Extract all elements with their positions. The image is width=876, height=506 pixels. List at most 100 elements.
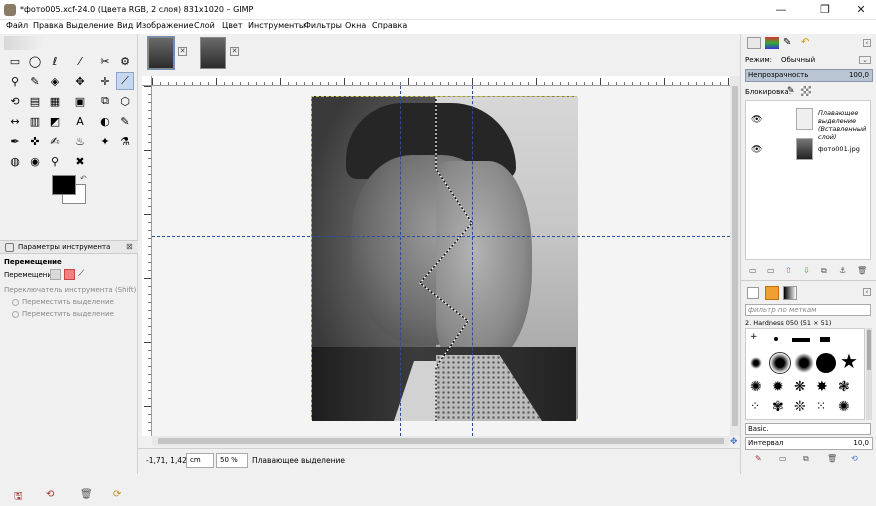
brush-item[interactable] [816,353,836,373]
menu-windows[interactable]: Окна [345,21,366,30]
shear-tool[interactable]: ▣ [71,92,89,110]
fuzzy-select-tool[interactable]: ⁄ [71,52,89,70]
lower-layer-button[interactable]: ⇩ [803,266,810,275]
layers-list[interactable]: 👁 Плавающее выделение (Вставленный слой)… [745,100,871,260]
brushes-scrollbar[interactable] [866,328,872,420]
free-select-tool[interactable]: ℓ [46,52,64,70]
foreground-color-swatch-top[interactable] [52,175,76,195]
mode-select[interactable]: Обычный [781,56,815,64]
opacity-slider[interactable]: Непрозрачность 100,0 [745,69,873,82]
undo-tab-icon[interactable]: ↶ [801,37,815,49]
radio-move-selection-1[interactable]: Переместить выделение [4,298,114,306]
minimize-button[interactable]: — [766,2,796,18]
scissors-tool[interactable]: ✂ [96,52,114,70]
move-layer-mode-icon[interactable] [50,269,61,280]
brush-item[interactable]: ✺ [838,399,850,415]
airbrush-tool[interactable]: ✍ [46,132,64,150]
horizontal-scrollbar[interactable] [152,436,730,446]
perspective-tool[interactable]: ⧉ [96,92,114,110]
vertical-scrollbar[interactable] [730,76,740,436]
visibility-eye-icon[interactable]: 👁 [751,145,762,155]
menu-help[interactable]: Справка [372,21,407,30]
heal-tool[interactable]: ⚗ [116,132,134,150]
new-layer-button[interactable]: ▭ [749,266,757,275]
brush-item[interactable]: ✹ [772,379,784,395]
move-path-mode-icon[interactable]: ⟋ [78,269,89,280]
brush-dock-configure-icon[interactable]: ‹ [863,288,871,296]
warp-transform-tool[interactable]: ◩ [46,112,64,130]
menu-file[interactable]: Файл [6,21,28,30]
radio-move-selection-2[interactable]: Переместить выделение [4,310,114,318]
gradient-tool[interactable]: ◐ [96,112,114,130]
brush-item[interactable]: ❃ [838,379,850,395]
menu-select[interactable]: Выделение [66,21,114,30]
opacity-value[interactable]: 100,0 [849,70,869,81]
brush-item[interactable]: ⁙ [816,399,826,413]
brush-item[interactable]: ❋ [794,379,806,395]
photo-layer[interactable] [311,96,578,421]
move-selection-mode-icon[interactable] [64,269,75,280]
menu-filters[interactable]: Фильтры [304,21,342,30]
ruler-corner[interactable] [142,76,152,86]
edit-brush-button[interactable]: ✎ [755,454,762,463]
brush-item[interactable]: ❊ [794,399,806,415]
gradients-tab-icon[interactable] [783,286,797,300]
brush-item[interactable]: ✺ [750,379,762,395]
rotate-tool[interactable]: ▤ [26,92,44,110]
zoom-tool[interactable]: ◈ [46,72,64,90]
delete-brush-button[interactable]: 🗑 [827,454,837,463]
unit-select[interactable]: cm [186,453,214,468]
align-tool[interactable]: ✛ [96,72,114,90]
brushes-grid[interactable]: + ★ ✺ ✹ ❋ ✸ ❃ ⁘ ✾ ❊ ⁙ ✺ [745,328,865,420]
duplicate-layer-button[interactable]: ⧉ [821,266,827,276]
ellipse-select-tool[interactable]: ◯ [26,52,44,70]
brush-tag-filter[interactable]: фильтр по меткам [745,304,871,316]
menu-view[interactable]: Вид [117,21,133,30]
new-layer-group-button[interactable]: ▭ [767,266,775,275]
tool-options-close-icon[interactable]: ⊠ [126,242,133,251]
patterns-tab-icon[interactable] [765,286,779,300]
flip-tool[interactable]: ↔ [6,112,24,130]
lock-pixels-icon[interactable]: ✎ [787,86,801,98]
bucket-fill-tool[interactable]: ✖ [71,152,89,170]
menu-layer[interactable]: Слой [194,21,215,30]
dock-configure-icon[interactable]: ‹ [863,39,871,47]
color-picker-tool[interactable]: ✎ [26,72,44,90]
horizontal-ruler[interactable] [152,76,730,86]
brush-item[interactable] [792,338,810,342]
scale-tool[interactable]: ▦ [46,92,64,110]
unified-transform-tool[interactable]: ⬡ [116,92,134,110]
smudge-tool[interactable]: ◍ [6,152,24,170]
anchor-layer-button[interactable]: ⚓ [839,266,846,275]
save-options-icon[interactable]: 🖫 [14,489,23,506]
cage-transform-tool[interactable]: ▥ [26,112,44,130]
brush-item[interactable]: ⁘ [750,399,760,413]
pencil-tool[interactable]: ✎ [116,112,134,130]
menu-tools[interactable]: Инструменты [248,21,305,30]
move-tool[interactable]: ⟋ [116,72,134,90]
vertical-guide-1[interactable] [400,86,401,436]
restore-options-icon[interactable]: ⟲ [46,489,54,500]
refresh-brushes-button[interactable]: ⟲ [851,454,858,463]
layer-name[interactable]: фото001.jpg [818,145,872,153]
paintbrush-tool[interactable]: ✒ [6,132,24,150]
foreground-select-tool[interactable]: ⚙ [116,52,134,70]
menu-image[interactable]: Изображение [136,21,194,30]
brush-item[interactable]: ✸ [816,379,828,395]
brush-item[interactable] [750,357,762,369]
clone-tool[interactable]: ✦ [96,132,114,150]
measure-tool[interactable]: ✥ [71,72,89,90]
horizontal-guide[interactable] [152,236,730,237]
close-window-button[interactable]: ✕ [846,2,876,18]
delete-options-icon[interactable]: 🗑 [80,489,93,500]
image-tab-1[interactable] [147,36,175,70]
brush-item[interactable] [794,353,814,373]
navigate-icon[interactable]: ✥ [730,437,738,447]
image-canvas[interactable] [152,86,730,436]
menu-edit[interactable]: Правка [33,21,63,30]
layer-row-floating[interactable]: 👁 Плавающее выделение (Вставленный слой) [746,105,870,141]
lock-alpha-icon[interactable] [801,86,811,96]
layers-tab-icon[interactable] [747,37,761,49]
text-tool[interactable]: A [71,112,89,130]
dodge-burn-tool[interactable]: ⚲ [46,152,64,170]
